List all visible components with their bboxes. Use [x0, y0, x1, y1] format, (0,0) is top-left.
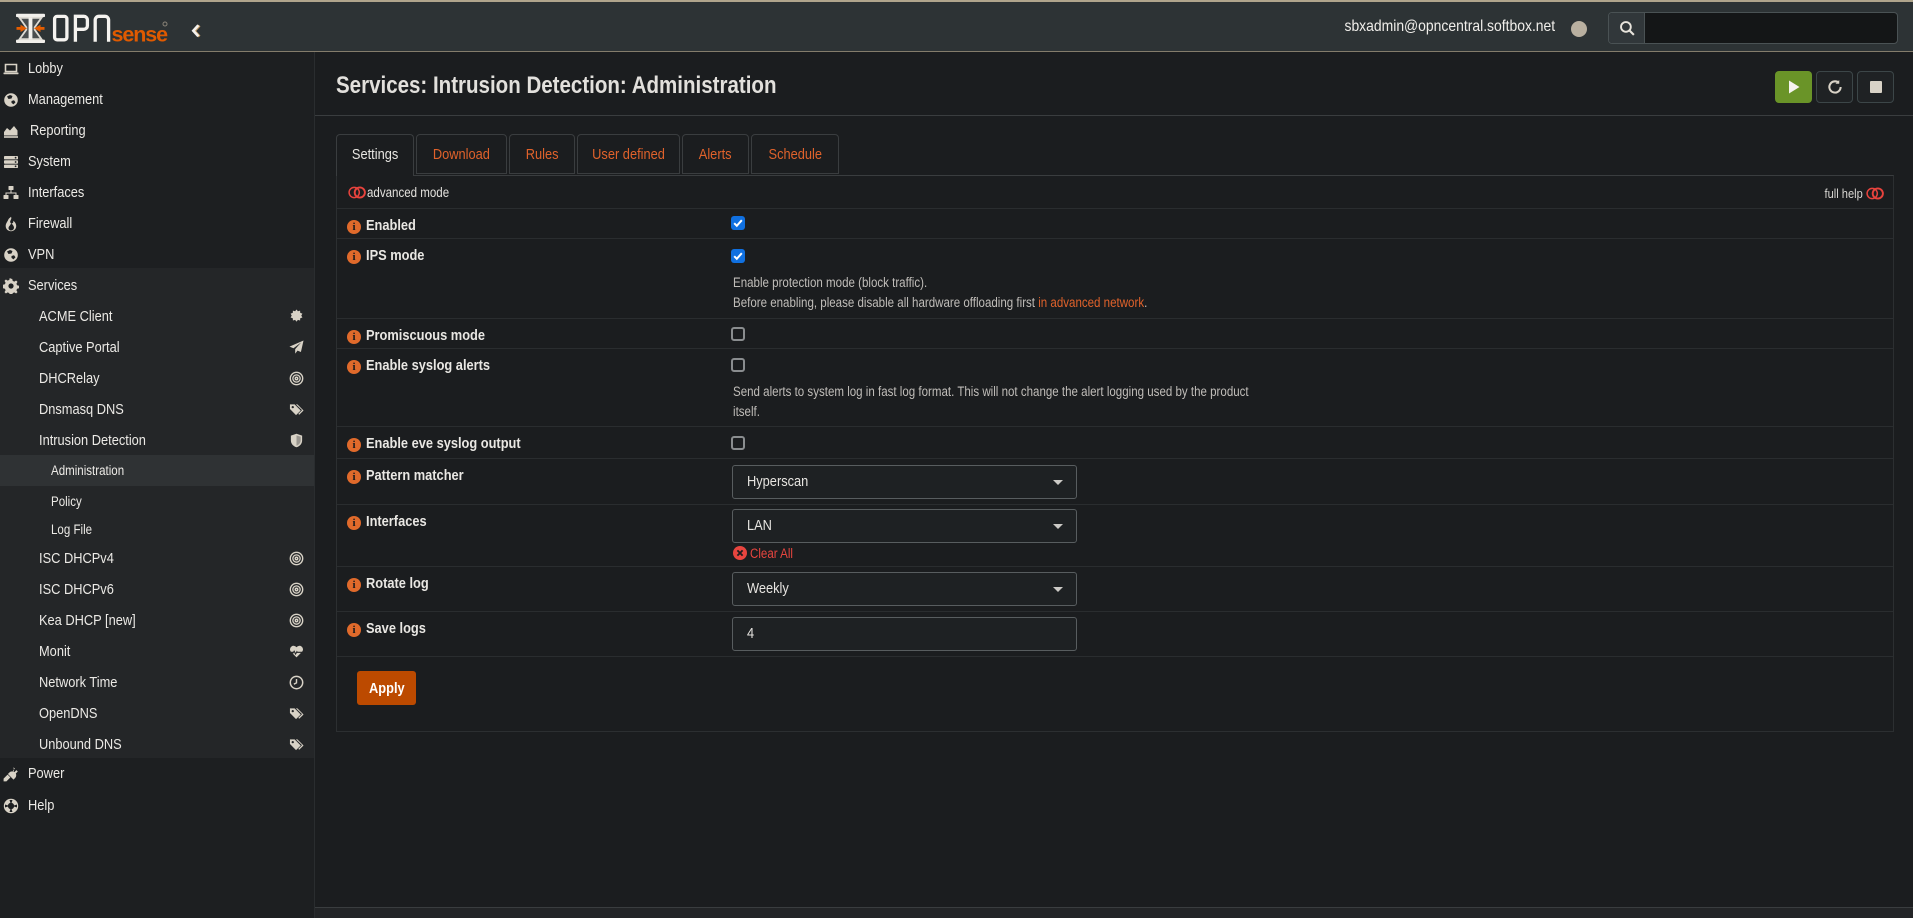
svg-text:sense: sense [112, 23, 169, 44]
